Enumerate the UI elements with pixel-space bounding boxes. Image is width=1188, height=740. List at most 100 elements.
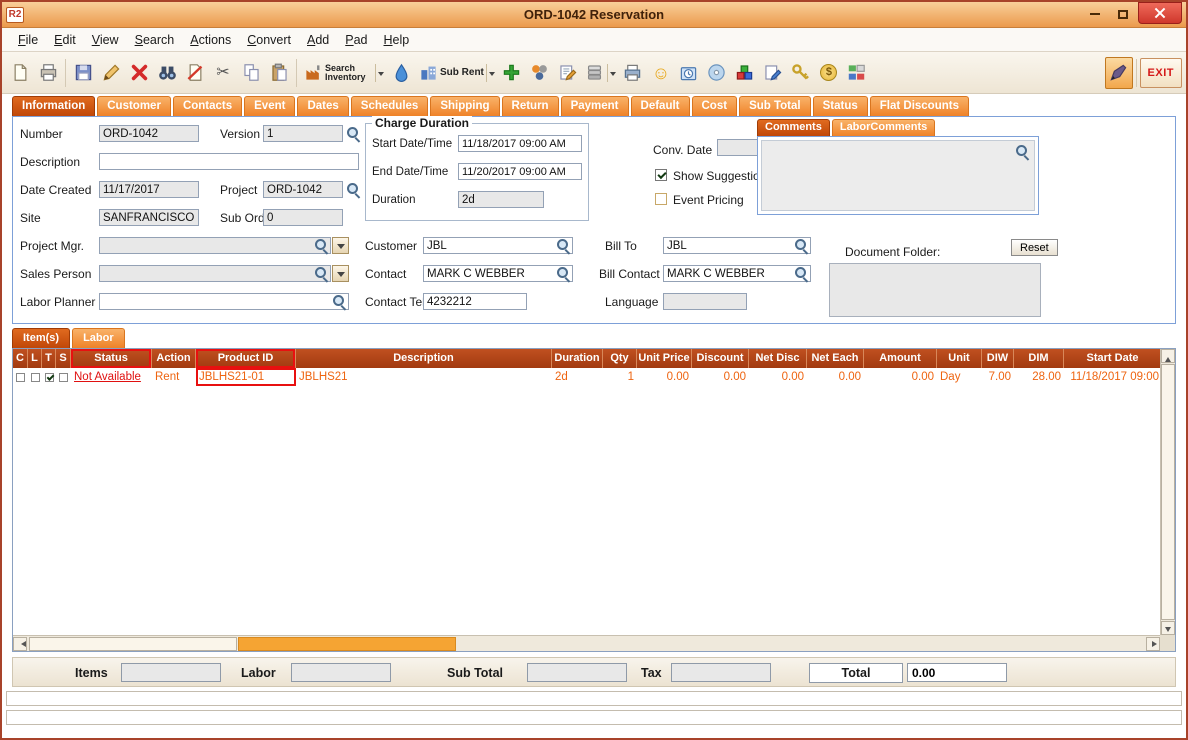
comments-tab-laborcomments[interactable]: LaborComments [831,119,936,136]
horizontal-scrollbar[interactable] [13,635,1160,651]
exit-button[interactable]: EXIT [1139,57,1182,88]
comments-tab-comments[interactable]: Comments [757,119,830,136]
note-edit-button[interactable] [759,57,787,89]
menu-pad[interactable]: Pad [337,31,375,49]
tab-event[interactable]: Event [244,96,296,116]
items-tab-labor[interactable]: Labor [72,328,125,348]
new-button[interactable] [6,57,34,89]
smiley-button[interactable]: ☺ [647,57,675,89]
items-tab-item-s[interactable]: Item(s) [12,328,71,348]
labor-total-input[interactable] [291,663,391,682]
sales-person-search-icon[interactable] [314,266,329,281]
column-header-net-disc[interactable]: Net Disc [749,349,807,368]
column-header-action[interactable]: Action [152,349,196,368]
tab-flat-discounts[interactable]: Flat Discounts [869,96,969,116]
search-inventory-button[interactable]: Search Inventory [300,57,387,89]
horizontal-scroll-thumb[interactable] [29,637,237,651]
row-cell-product-id[interactable]: JBLHS21-01 [196,368,296,386]
menu-help[interactable]: Help [376,31,418,49]
add-button[interactable] [498,57,526,89]
row-cell-duration[interactable]: 2d [552,368,603,386]
column-header-amount[interactable]: Amount [864,349,937,368]
menu-add[interactable]: Add [299,31,337,49]
column-header-l[interactable]: L [28,349,42,368]
row-cell-unit-price[interactable]: 0.00 [637,368,692,386]
version-input[interactable] [263,125,343,142]
column-header-unit[interactable]: Unit [937,349,982,368]
column-header-product-id[interactable]: Product ID [196,349,296,368]
find-button[interactable] [153,57,181,89]
column-header-net-each[interactable]: Net Each [807,349,864,368]
row-cell-diw[interactable]: 7.00 [982,368,1014,386]
vertical-scrollbar[interactable] [1160,349,1175,635]
row-cell-qty[interactable]: 1 [603,368,637,386]
sales-person-input[interactable] [99,265,331,282]
stack-button[interactable] [582,57,619,89]
tab-status[interactable]: Status [812,96,868,116]
customer-input[interactable] [423,237,573,254]
contact-search-icon[interactable] [556,266,571,281]
history-button[interactable] [675,57,703,89]
total-value-input[interactable] [907,663,1007,682]
column-header-c[interactable]: C [13,349,28,368]
customer-search-icon[interactable] [556,238,571,253]
tab-customer[interactable]: Customer [97,96,171,116]
project-input[interactable] [263,181,343,198]
project-mgr-input[interactable] [99,237,331,254]
row-cell-unit[interactable]: Day [937,368,982,386]
money-button[interactable]: $ [815,57,843,89]
row-checkbox-c[interactable] [16,372,25,382]
duration-input[interactable] [458,191,544,208]
close-button[interactable] [1138,2,1182,24]
design-pen-button[interactable] [1104,56,1133,89]
column-header-discount[interactable]: Discount [692,349,749,368]
tab-shipping[interactable]: Shipping [430,96,500,116]
disk-button[interactable] [703,57,731,89]
scroll-up-button[interactable] [1161,349,1175,363]
ink-drop-button[interactable] [387,57,415,89]
row-cell-action[interactable]: Rent [152,368,196,386]
tax-input[interactable] [671,663,771,682]
language-input[interactable] [663,293,747,310]
labor-planner-input[interactable] [99,293,349,310]
tab-dates[interactable]: Dates [297,96,349,116]
end-datetime-input[interactable] [458,163,582,180]
items-total-input[interactable] [121,663,221,682]
tab-return[interactable]: Return [501,96,559,116]
row-cell-net-each[interactable]: 0.00 [807,368,864,386]
menu-view[interactable]: View [84,31,127,49]
row-cell-discount[interactable]: 0.00 [692,368,749,386]
tab-schedules[interactable]: Schedules [350,96,429,116]
print-button[interactable] [34,57,62,89]
dropdown-arrow-icon[interactable] [485,63,495,82]
grid-row[interactable]: Not Available Rent JBLHS21-01 JBLHS21 2d 1 0.0… [13,368,1175,386]
memo-button[interactable] [554,57,582,89]
row-cell-start-date[interactable]: 11/18/2017 09:00 [1064,368,1162,386]
show-suggestions-checkbox[interactable] [655,169,667,181]
column-header-start-date[interactable]: Start Date [1064,349,1162,368]
row-cell-status[interactable]: Not Available [71,368,152,386]
reset-button[interactable]: Reset [1011,239,1058,256]
menu-edit[interactable]: Edit [46,31,84,49]
event-pricing-checkbox[interactable] [655,193,667,205]
row-cell-description[interactable]: JBLHS21 [296,368,552,386]
delete-button[interactable] [125,57,153,89]
row-cell-amount[interactable]: 0.00 [864,368,937,386]
minimize-button[interactable] [1082,4,1108,24]
labor-planner-search-icon[interactable] [332,294,347,309]
column-header-dim[interactable]: DIM [1014,349,1064,368]
edit-button[interactable] [97,57,125,89]
key-button[interactable] [787,57,815,89]
row-cell-dim[interactable]: 28.00 [1014,368,1064,386]
column-header-unit-price[interactable]: Unit Price [637,349,692,368]
comments-textarea[interactable] [761,140,1035,211]
sub-orders-input[interactable] [263,209,343,226]
transfer-blocks-button[interactable] [843,57,871,89]
scroll-right-button[interactable] [1146,637,1160,651]
tab-information[interactable]: Information [12,96,96,116]
sales-person-dropdown-button[interactable] [332,265,349,282]
bill-contact-search-icon[interactable] [794,266,809,281]
dropdown-arrow-icon[interactable] [375,63,384,82]
sub-total-input[interactable] [527,663,627,682]
column-header-duration[interactable]: Duration [552,349,603,368]
